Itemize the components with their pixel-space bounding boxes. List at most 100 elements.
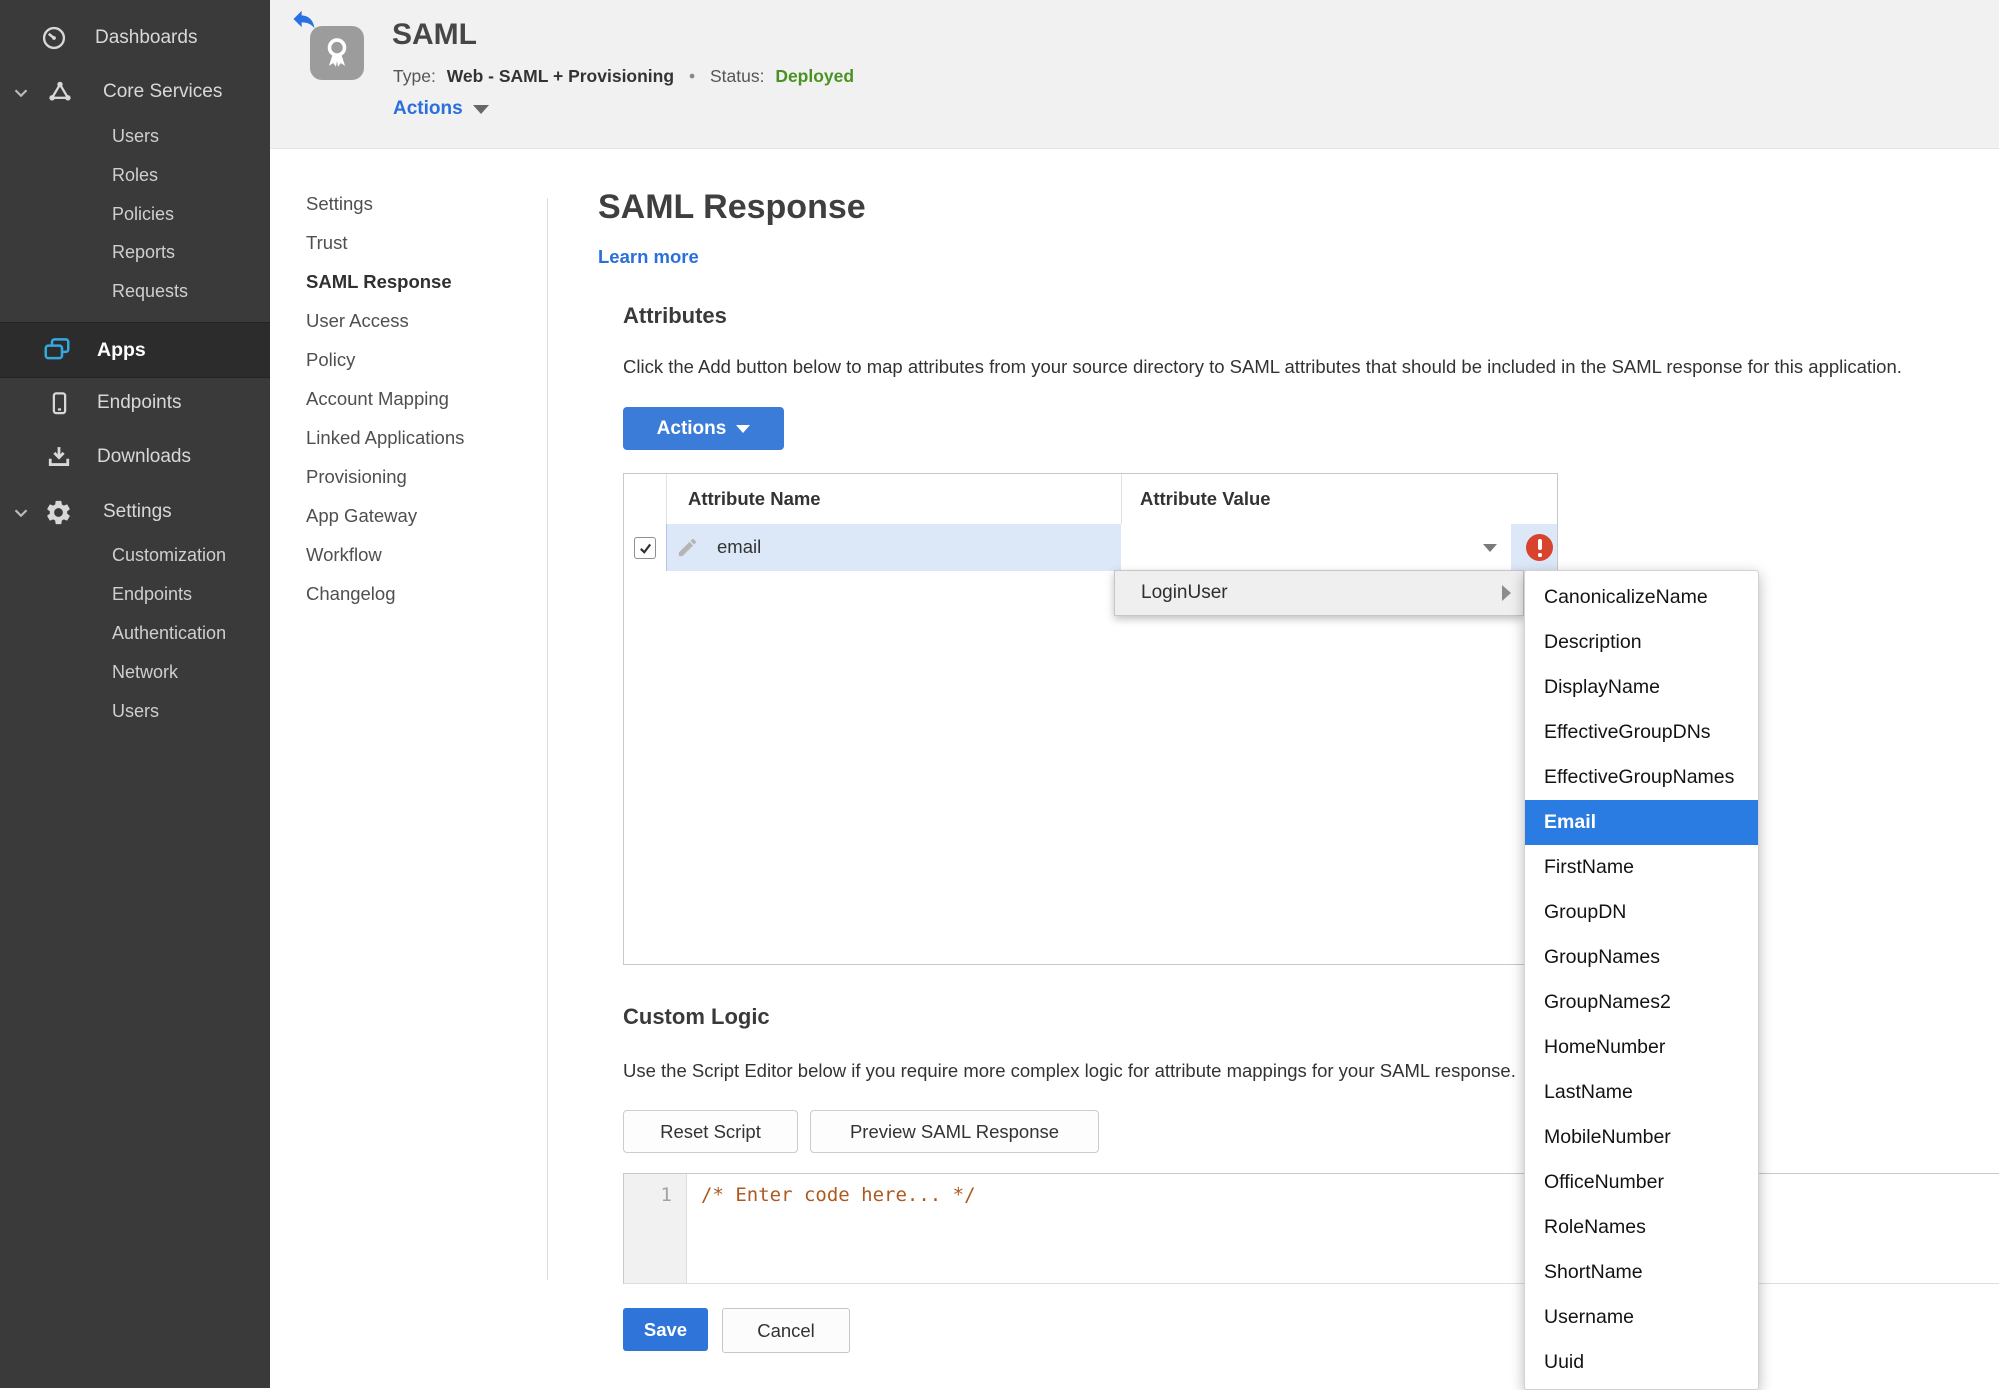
sidebar-item-settings-endpoints[interactable]: Endpoints [112,584,192,605]
submenu-item-username[interactable]: Username [1525,1295,1758,1340]
tab-user-access[interactable]: User Access [306,310,409,332]
sidebar-item-label: Dashboards [95,27,198,48]
gear-icon [44,498,73,527]
apps-icon [42,335,72,365]
sidebar-item-label: Core Services [103,81,223,102]
submenu-item-groupnames2[interactable]: GroupNames2 [1525,980,1758,1025]
preview-saml-response-button[interactable]: Preview SAML Response [810,1110,1099,1153]
reset-script-button[interactable]: Reset Script [623,1110,798,1153]
menu-item-loginuser[interactable]: LoginUser [1114,570,1524,616]
sidebar-item-label: Downloads [97,446,191,467]
attribute-submenu: CanonicalizeName Description DisplayName… [1524,570,1759,1390]
submenu-item-effectivegroupnames[interactable]: EffectiveGroupNames [1525,755,1758,800]
submenu-item-mobilenumber[interactable]: MobileNumber [1525,1115,1758,1160]
script-editor[interactable]: 1 /* Enter code here... */ [623,1173,1999,1284]
status-label: Status: [709,66,765,86]
actions-button-label: Actions [656,417,727,439]
table-header: Attribute Name Attribute Value [624,474,1557,525]
tab-account-mapping[interactable]: Account Mapping [306,388,449,410]
tab-settings[interactable]: Settings [306,193,373,215]
sidebar-item-reports[interactable]: Reports [112,242,175,263]
submenu-item-canonicalizename[interactable]: CanonicalizeName [1525,575,1758,620]
attribute-name-cell: email [717,536,762,557]
submenu-item-description[interactable]: Description [1525,620,1758,665]
submenu-item-homenumber[interactable]: HomeNumber [1525,1025,1758,1070]
sidebar-item-label: Endpoints [97,392,182,413]
tab-provisioning[interactable]: Provisioning [306,466,407,488]
column-divider [1121,474,1122,524]
sidebar-item-authentication[interactable]: Authentication [112,623,226,644]
row-checkbox[interactable] [634,537,656,559]
submenu-item-firstname[interactable]: FirstName [1525,845,1758,890]
submenu-item-uuid[interactable]: Uuid [1525,1340,1758,1385]
checkbox-cell [624,524,667,571]
column-header-attribute-value: Attribute Value [1140,488,1271,509]
sidebar-item-downloads[interactable]: Downloads [0,435,270,479]
sidebar-item-core-services[interactable]: Core Services [0,70,270,114]
app-badge [310,26,364,80]
sidebar-item-endpoints[interactable]: Endpoints [0,381,270,425]
back-arrow-icon[interactable] [288,5,320,33]
column-divider [666,474,667,524]
status-badge: Deployed [775,66,855,86]
tab-saml-response[interactable]: SAML Response [306,271,452,293]
type-label: Type: [393,66,436,86]
chevron-down-icon [736,424,751,433]
subnav-divider [547,198,548,1280]
download-icon [45,443,73,471]
tab-trust[interactable]: Trust [306,232,347,254]
tab-workflow[interactable]: Workflow [306,544,382,566]
sidebar-item-label: Apps [97,338,146,361]
submenu-item-email[interactable]: Email [1525,800,1758,845]
menu-item-label: LoginUser [1141,582,1228,603]
attributes-actions-button[interactable]: Actions [623,407,784,450]
sidebar-item-roles[interactable]: Roles [112,165,158,186]
sidebar-item-settings[interactable]: Settings [0,490,270,534]
tab-changelog[interactable]: Changelog [306,583,396,605]
submenu-arrow-icon [1502,585,1511,601]
core-services-icon [46,78,74,106]
chevron-down-icon [1483,544,1497,552]
dashboard-gauge-icon [40,24,68,52]
error-icon [1526,534,1553,561]
sidebar-item-apps[interactable]: Apps [0,322,270,378]
tab-policy[interactable]: Policy [306,349,355,371]
line-number: 1 [660,1184,672,1206]
submenu-item-officenumber[interactable]: OfficeNumber [1525,1160,1758,1205]
sidebar-item-settings-users[interactable]: Users [112,701,159,722]
sidebar-item-policies[interactable]: Policies [112,204,174,225]
type-value: Web - SAML + Provisioning [446,66,675,86]
sidebar-item-dashboards[interactable]: Dashboards [0,16,270,60]
sidebar: Dashboards Core Services Users Roles Pol… [0,0,270,1388]
sidebar-item-label: Settings [103,501,172,522]
table-row[interactable]: email [624,524,1557,571]
sidebar-item-network[interactable]: Network [112,662,178,683]
submenu-item-displayname[interactable]: DisplayName [1525,665,1758,710]
submenu-item-groupdn[interactable]: GroupDN [1525,890,1758,935]
column-header-attribute-name: Attribute Name [688,488,821,509]
sidebar-item-users[interactable]: Users [112,126,159,147]
sidebar-item-customization[interactable]: Customization [112,545,226,566]
cancel-button[interactable]: Cancel [722,1308,850,1353]
submenu-item-rolenames[interactable]: RoleNames [1525,1205,1758,1250]
learn-more-link[interactable]: Learn more [598,246,699,268]
submenu-item-lastname[interactable]: LastName [1525,1070,1758,1115]
submenu-item-groupnames[interactable]: GroupNames [1525,935,1758,980]
code-comment: /* Enter code here... */ [701,1184,976,1206]
submenu-item-effectivegroupdns[interactable]: EffectiveGroupDNs [1525,710,1758,755]
submenu-item-shortname[interactable]: ShortName [1525,1250,1758,1295]
endpoint-device-icon [46,390,73,417]
custom-logic-title: Custom Logic [623,1004,770,1029]
sidebar-item-requests[interactable]: Requests [112,281,188,302]
tab-linked-applications[interactable]: Linked Applications [306,427,464,449]
tab-app-gateway[interactable]: App Gateway [306,505,417,527]
app-title: SAML [392,18,477,51]
editor-gutter: 1 [624,1174,687,1283]
save-button[interactable]: Save [623,1308,708,1351]
attributes-table: Attribute Name Attribute Value email [623,473,1558,965]
attributes-section-title: Attributes [623,303,727,328]
app-meta: Type: Web - SAML + Provisioning • Status… [393,66,854,87]
attribute-value-combobox[interactable] [1121,524,1511,571]
header-actions-menu[interactable]: Actions [393,98,489,120]
award-ribbon-icon [327,38,347,67]
